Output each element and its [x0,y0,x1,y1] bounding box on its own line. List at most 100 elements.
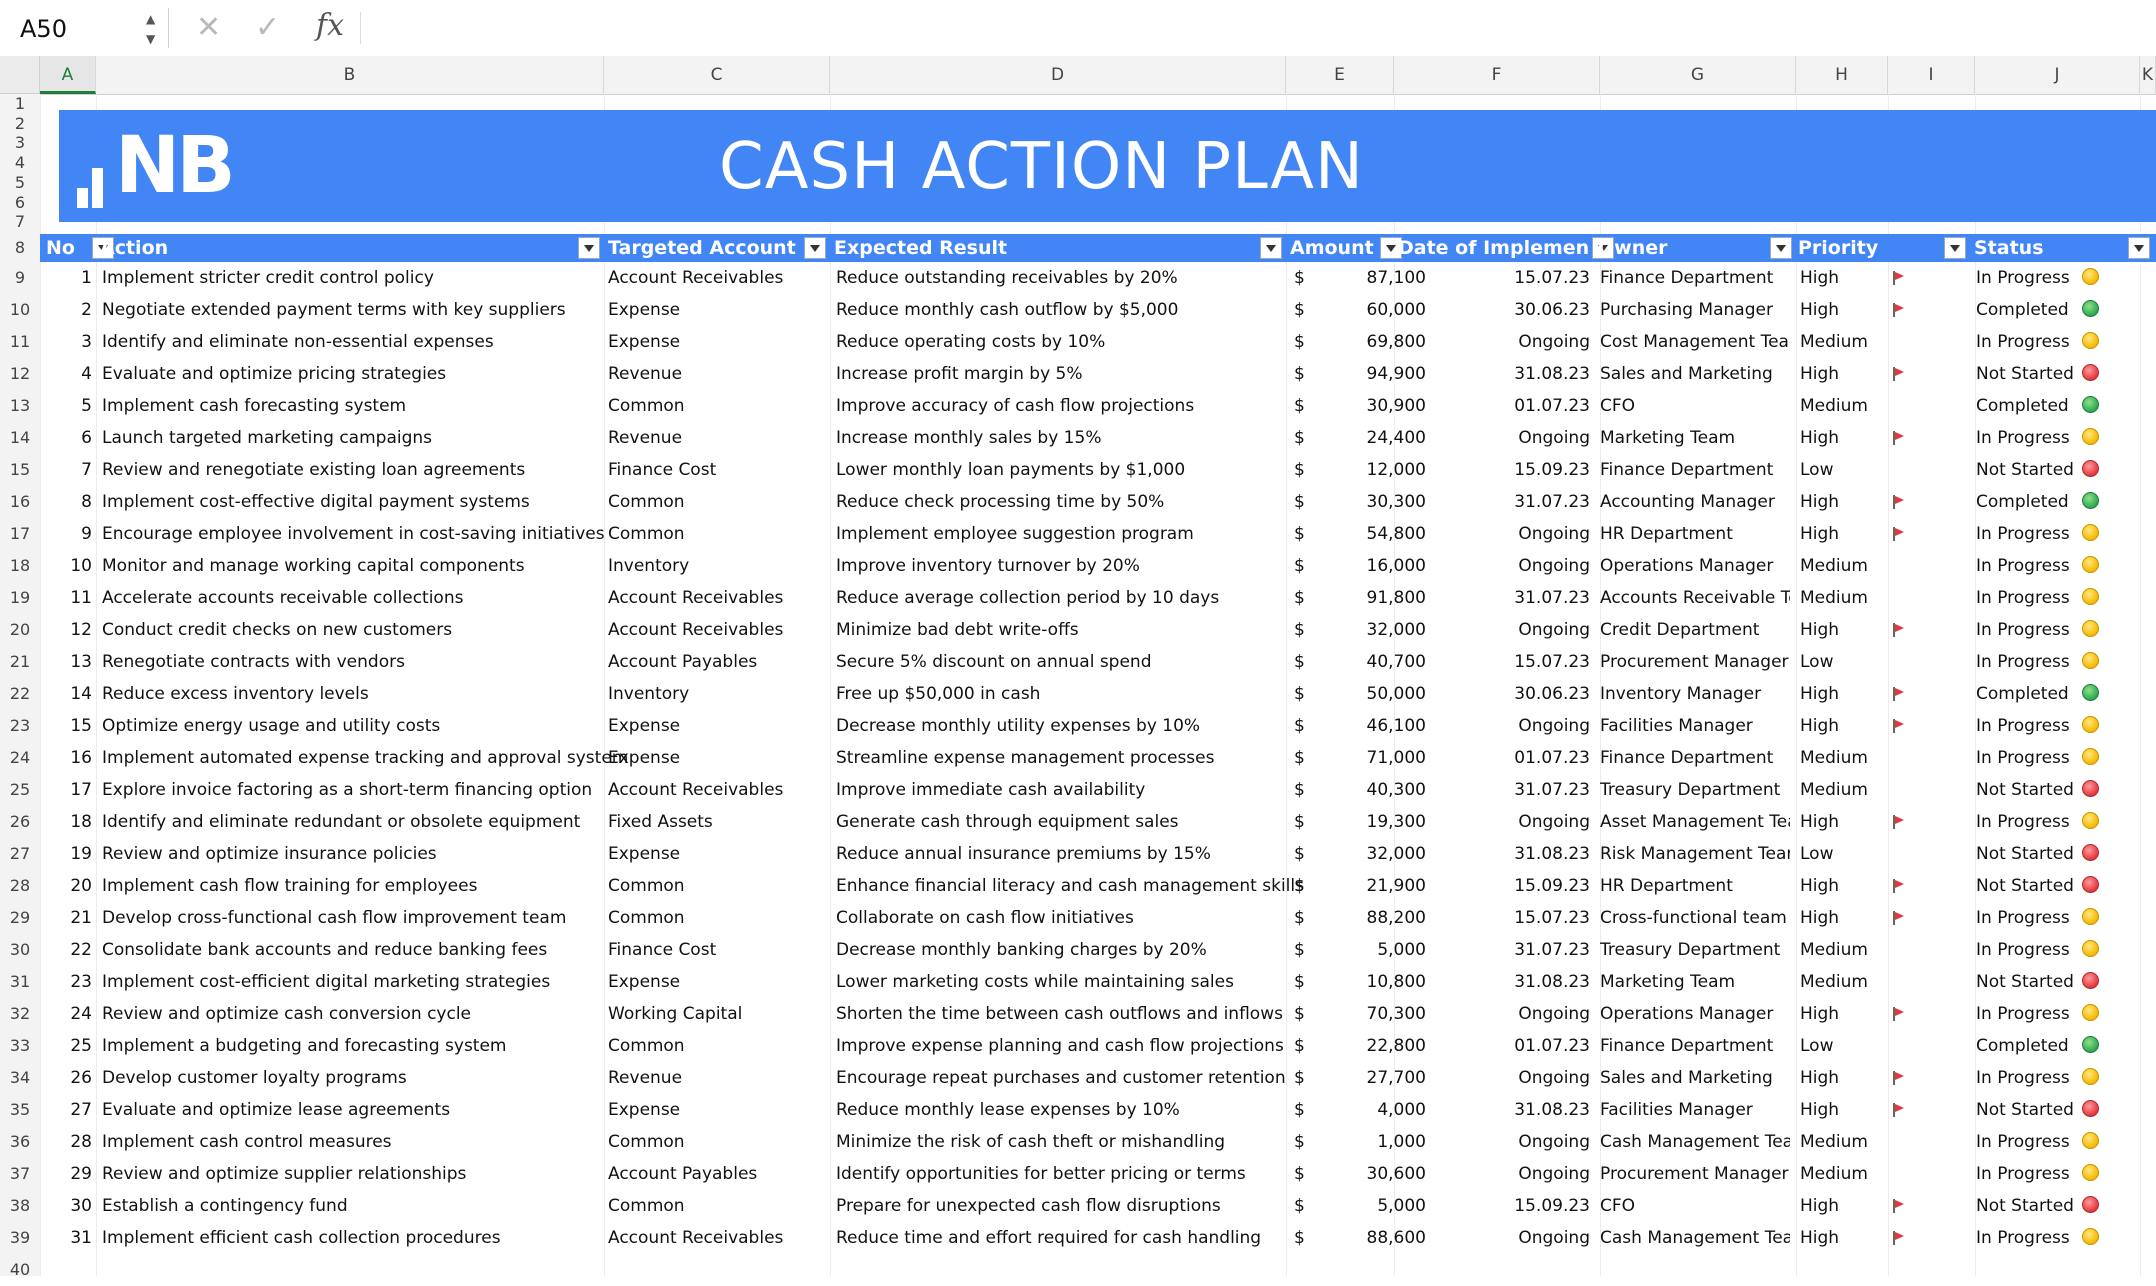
table-row[interactable]: 17 Explore invoice factoring as a short-t… [40,774,2156,806]
row-header-31[interactable]: 31 [0,966,40,998]
row-header-34[interactable]: 34 [0,1062,40,1094]
table-row[interactable]: 16 Implement automated expense tracking a… [40,742,2156,774]
row-header-24[interactable]: 24 [0,742,40,774]
filter-dropdown-icon[interactable] [1770,237,1792,259]
row-header-35[interactable]: 35 [0,1094,40,1126]
table-row[interactable]: 4 Evaluate and optimize pricing strategie… [40,358,2156,390]
column-header-e[interactable]: E [1286,56,1394,94]
column-header-d[interactable]: D [830,56,1286,94]
column-header-k[interactable]: K [2140,56,2156,94]
table-row[interactable]: 7 Review and renegotiate existing loan ag… [40,454,2156,486]
filter-dropdown-icon[interactable] [1260,237,1282,259]
name-box-value[interactable]: A50 [20,15,67,43]
row-header-2[interactable]: 2 [0,114,40,134]
name-box[interactable]: A50 ▲ ▼ [8,8,169,48]
row-header-39[interactable]: 39 [0,1222,40,1254]
table-row[interactable]: 5 Implement cash forecasting system Common… [40,390,2156,422]
row-header-4[interactable]: 4 [0,153,40,173]
spin-down-icon[interactable]: ▼ [146,32,155,46]
row-header-29[interactable]: 29 [0,902,40,934]
filter-dropdown-icon[interactable] [1944,237,1966,259]
column-header-a[interactable]: A [40,56,96,94]
owner-cell: Risk Management Team [1600,844,1790,864]
table-row[interactable]: 28 Implement cash control measures Common M… [40,1126,2156,1158]
table-row[interactable]: 27 Evaluate and optimize lease agreements… [40,1094,2156,1126]
column-header-i[interactable]: I [1888,56,1975,94]
row-header-32[interactable]: 32 [0,998,40,1030]
table-row[interactable]: 24 Review and optimize cash conversion cy… [40,998,2156,1030]
row-header-12[interactable]: 12 [0,358,40,390]
table-row[interactable]: 13 Renegotiate contracts with vendors Acco… [40,646,2156,678]
table-row[interactable]: 14 Reduce excess inventory levels Inventor… [40,678,2156,710]
table-row[interactable]: 8 Implement cost-effective digital paymen… [40,486,2156,518]
row-header-17[interactable]: 17 [0,518,40,550]
row-header-20[interactable]: 20 [0,614,40,646]
table-row[interactable]: 6 Launch targeted marketing campaigns Reve… [40,422,2156,454]
table-row[interactable]: 15 Optimize energy usage and utility cost… [40,710,2156,742]
filter-dropdown-icon[interactable] [804,237,826,259]
row-header-8[interactable]: 8 [0,234,40,262]
row-header-23[interactable]: 23 [0,710,40,742]
spin-up-icon[interactable]: ▲ [146,12,155,26]
row-header-15[interactable]: 15 [0,454,40,486]
row-header-11[interactable]: 11 [0,326,40,358]
table-row[interactable]: 29 Review and optimize supplier relations… [40,1158,2156,1190]
table-row[interactable]: 21 Develop cross-functional cash flow imp… [40,902,2156,934]
table-row[interactable]: 23 Implement cost-efficient digital marke… [40,966,2156,998]
table-row[interactable]: 2 Negotiate extended payment terms with k… [40,294,2156,326]
row-header-28[interactable]: 28 [0,870,40,902]
row-header-19[interactable]: 19 [0,582,40,614]
row-header-10[interactable]: 10 [0,294,40,326]
formula-input[interactable] [372,8,2142,48]
row-header-1[interactable]: 1 [0,94,40,114]
row-header-33[interactable]: 33 [0,1030,40,1062]
row-header-22[interactable]: 22 [0,678,40,710]
row-header-9[interactable]: 9 [0,262,40,294]
filter-dropdown-icon[interactable] [578,237,600,259]
table-row[interactable]: 1 Implement stricter credit control polic… [40,262,2156,294]
column-header-b[interactable]: B [96,56,604,94]
checkmark-icon[interactable]: ✓ [255,10,280,45]
row-header-25[interactable]: 25 [0,774,40,806]
row-header-13[interactable]: 13 [0,390,40,422]
row-header-18[interactable]: 18 [0,550,40,582]
table-row[interactable]: 31 Implement efficient cash collection pr… [40,1222,2156,1254]
close-icon[interactable]: ✕ [196,10,221,45]
column-header-c[interactable]: C [604,56,830,94]
table-row[interactable]: 12 Conduct credit checks on new customers… [40,614,2156,646]
table-row[interactable]: 18 Identify and eliminate redundant or ob… [40,806,2156,838]
table-row[interactable]: 30 Establish a contingency fund Common Prep… [40,1190,2156,1222]
table-row[interactable]: 3 Identify and eliminate non-essential ex… [40,326,2156,358]
table-row[interactable]: 9 Encourage employee involvement in cost-… [40,518,2156,550]
column-header-f[interactable]: F [1394,56,1600,94]
filter-dropdown-icon[interactable] [2128,237,2150,259]
column-header-g[interactable]: G [1600,56,1796,94]
row-header-3[interactable]: 3 [0,133,40,153]
column-header-j[interactable]: J [1975,56,2140,94]
table-row[interactable]: 22 Consolidate bank accounts and reduce b… [40,934,2156,966]
status-yellow-icon [2082,1004,2099,1021]
table-row[interactable]: 20 Implement cash flow training for emplo… [40,870,2156,902]
row-header-14[interactable]: 14 [0,422,40,454]
table-row[interactable]: 19 Review and optimize insurance policies… [40,838,2156,870]
table-row[interactable]: 10 Monitor and manage working capital com… [40,550,2156,582]
row-header-36[interactable]: 36 [0,1126,40,1158]
column-header-h[interactable]: H [1796,56,1888,94]
status-green-icon [2082,684,2099,701]
row-header-16[interactable]: 16 [0,486,40,518]
row-header-38[interactable]: 38 [0,1190,40,1222]
table-row[interactable]: 26 Develop customer loyalty programs Reven… [40,1062,2156,1094]
row-header-40[interactable]: 40 [0,1254,40,1286]
row-header-21[interactable]: 21 [0,646,40,678]
row-header-26[interactable]: 26 [0,806,40,838]
row-header-27[interactable]: 27 [0,838,40,870]
table-row[interactable]: 25 Implement a budgeting and forecasting … [40,1030,2156,1062]
row-header-5[interactable]: 5 [0,173,40,193]
table-row[interactable]: 11 Accelerate accounts receivable collect… [40,582,2156,614]
function-icon[interactable]: fx [316,8,344,43]
row-header-30[interactable]: 30 [0,934,40,966]
select-all-corner[interactable] [0,56,40,94]
row-header-7[interactable]: 7 [0,212,40,232]
row-header-6[interactable]: 6 [0,193,40,213]
row-header-37[interactable]: 37 [0,1158,40,1190]
